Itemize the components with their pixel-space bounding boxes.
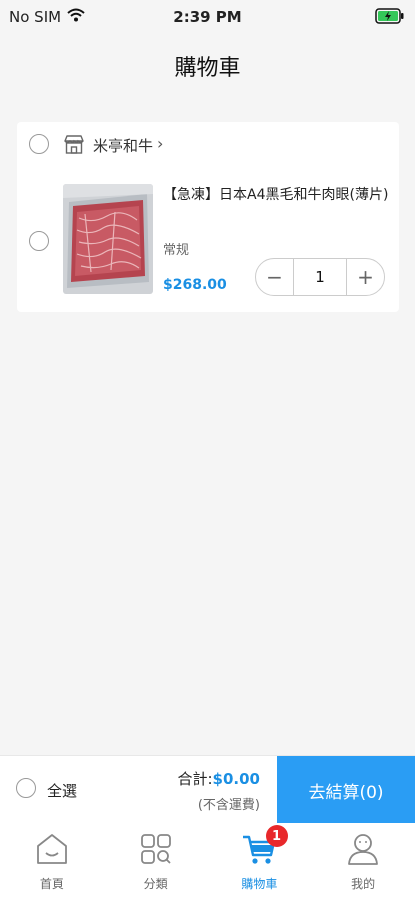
checkout-bar: 全選 合計:$0.00 (不含運費) 去結算(0) [0, 755, 415, 824]
item-select-radio[interactable] [29, 231, 49, 251]
shop-select-radio[interactable] [29, 134, 49, 154]
checkout-button[interactable]: 去結算(0) [277, 756, 415, 824]
product-price: $268.00 [163, 277, 227, 293]
tab-cart[interactable]: 1 購物車 [208, 823, 312, 900]
select-all-radio[interactable] [16, 778, 36, 798]
cart-count-badge: 1 [265, 825, 288, 847]
tab-home-label: 首頁 [39, 877, 64, 891]
increase-quantity-button[interactable]: + [347, 259, 384, 295]
decrease-quantity-button[interactable]: − [256, 259, 293, 295]
select-all-label[interactable]: 全選 [47, 780, 77, 801]
tab-category-label: 分類 [143, 877, 168, 891]
total-label: 合計: [177, 770, 213, 788]
tab-profile-label: 我的 [351, 877, 376, 891]
tab-bar: 首頁 分類 1 購物車 我的 [0, 823, 415, 900]
product-title[interactable]: 【急凍】日本A4黑毛和牛肉眼(薄片) [163, 184, 389, 206]
page-title: 購物車 [174, 56, 241, 81]
total-amount: $0.00 [212, 770, 260, 788]
product-spec: 常规 [163, 243, 190, 258]
cart-shop-card: 米亭和牛 › 【急凍】日本A4黑毛和牛肉眼(薄片) 常规 $268.00 − 1 [17, 122, 399, 312]
total-line: 合計:$0.00 [177, 768, 260, 789]
shop-name[interactable]: 米亭和牛 [93, 135, 153, 156]
quantity-stepper: − 1 + [255, 258, 385, 296]
chevron-right-icon[interactable]: › [157, 134, 163, 153]
store-icon [63, 133, 85, 155]
shipping-note: (不含運費) [197, 798, 260, 813]
category-icon [138, 831, 174, 871]
tab-home[interactable]: 首頁 [0, 823, 104, 900]
tab-cart-label: 購物車 [241, 877, 278, 891]
status-bar: No SIM 2:39 PM [0, 0, 415, 34]
status-time: 2:39 PM [173, 8, 242, 26]
tab-profile[interactable]: 我的 [311, 823, 415, 900]
home-icon [34, 831, 70, 871]
quantity-value[interactable]: 1 [293, 259, 347, 295]
profile-icon [345, 831, 381, 871]
battery-icon [375, 8, 405, 28]
tab-category[interactable]: 分類 [104, 823, 208, 900]
product-image[interactable] [63, 184, 153, 294]
